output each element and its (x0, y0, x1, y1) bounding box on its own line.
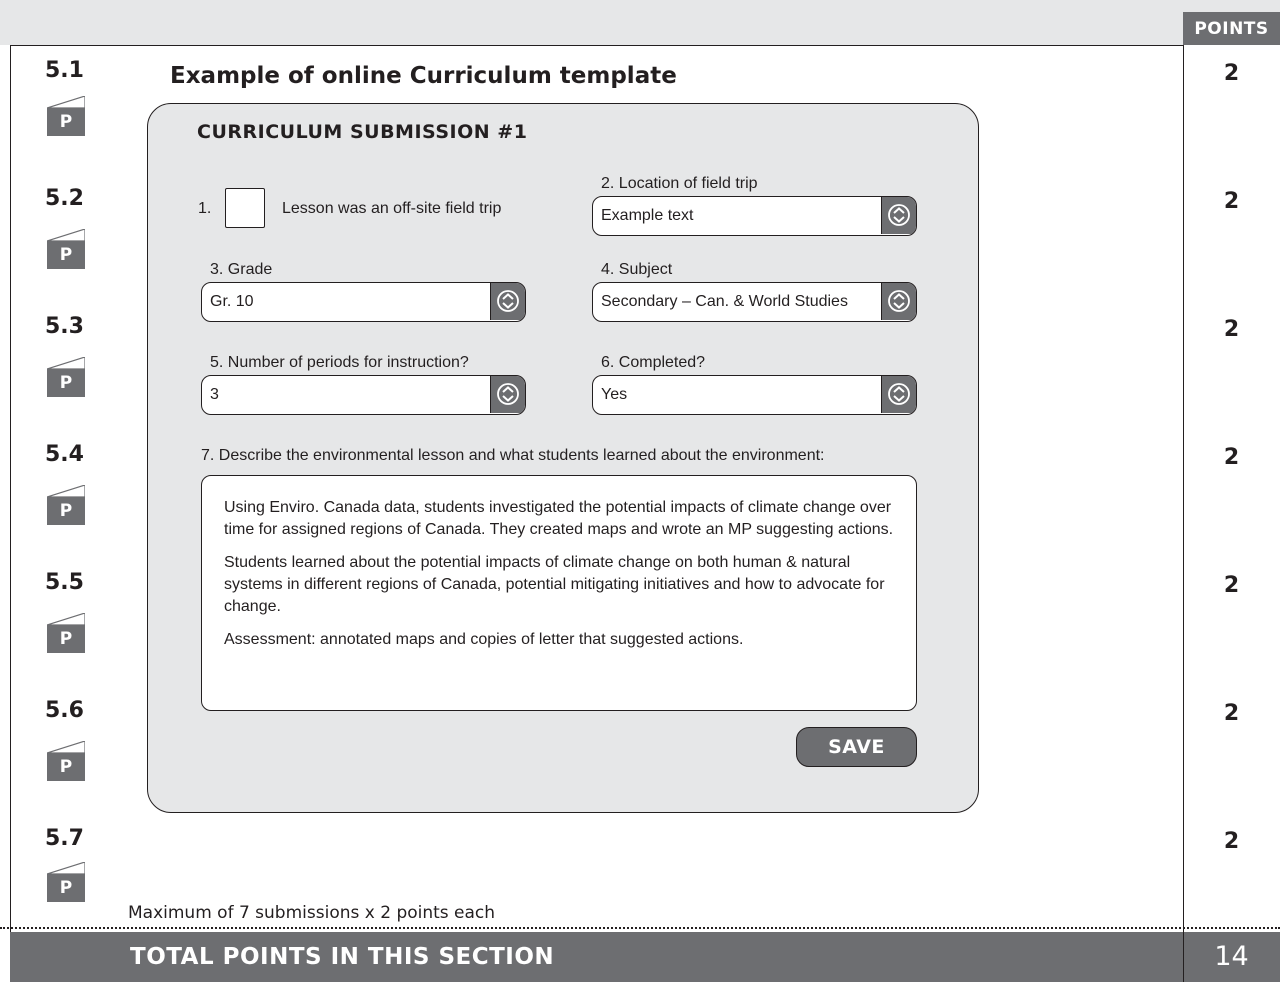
periods-select[interactable]: 3 (201, 375, 526, 415)
chevron-up-down-icon (888, 383, 910, 405)
total-points-value: 14 (1214, 941, 1249, 972)
item-number: 5.3 (45, 314, 84, 339)
subject-select-toggle[interactable] (881, 283, 916, 320)
p-badge-label: P (47, 625, 85, 653)
p-badge-icon: P (47, 741, 85, 781)
item-points: 2 (1223, 573, 1240, 598)
q2-label: 2. Location of field trip (601, 175, 758, 192)
location-select-toggle[interactable] (881, 197, 916, 234)
item-points: 2 (1223, 829, 1240, 854)
item-points: 2 (1223, 61, 1240, 86)
location-select[interactable]: Example text (592, 196, 917, 236)
description-paragraph: Assessment: annotated maps and copies of… (224, 631, 744, 648)
description-paragraph: Using Enviro. Canada data, students inve… (224, 499, 894, 538)
form-title: CURRICULUM SUBMISSION #1 (197, 121, 528, 143)
chevron-up-down-icon (497, 290, 519, 312)
item-number: 5.7 (45, 826, 84, 851)
location-value: Example text (601, 207, 694, 224)
periods-value: 3 (210, 386, 219, 403)
chevron-up-down-icon (888, 204, 910, 226)
p-badge-label: P (47, 753, 85, 781)
item-number: 5.1 (45, 58, 84, 83)
total-points-bar: TOTAL POINTS IN THIS SECTION 14 (10, 932, 1280, 982)
subject-value: Secondary – Can. & World Studies (601, 293, 848, 310)
save-button[interactable]: SAVE (796, 727, 917, 767)
q6-label: 6. Completed? (601, 354, 706, 371)
total-points-label: TOTAL POINTS IN THIS SECTION (130, 944, 555, 970)
q1-number: 1. (198, 200, 212, 217)
top-band (0, 0, 1280, 45)
grade-select[interactable]: Gr. 10 (201, 282, 526, 322)
p-badge-icon: P (47, 96, 85, 136)
grade-value: Gr. 10 (210, 293, 254, 310)
q5-label: 5. Number of periods for instruction? (210, 354, 469, 371)
item-number: 5.5 (45, 570, 84, 595)
top-divider (10, 45, 1184, 46)
example-title: Example of online Curriculum template (170, 63, 677, 89)
chevron-up-down-icon (497, 383, 519, 405)
p-badge-icon: P (47, 229, 85, 269)
completed-value: Yes (601, 386, 628, 403)
p-badge-label: P (47, 108, 85, 136)
points-column-divider (1183, 45, 1184, 932)
chevron-up-down-icon (888, 290, 910, 312)
subject-select[interactable]: Secondary – Can. & World Studies (592, 282, 917, 322)
q7-label: 7. Describe the environmental lesson and… (201, 447, 825, 464)
p-badge-label: P (47, 369, 85, 397)
item-points: 2 (1223, 701, 1240, 726)
p-badge-icon: P (47, 613, 85, 653)
description-paragraph: Students learned about the potential imp… (224, 554, 885, 615)
p-badge-icon: P (47, 485, 85, 525)
item-number: 5.4 (45, 442, 84, 467)
item-points: 2 (1223, 189, 1240, 214)
p-badge-label: P (47, 241, 85, 269)
dotted-divider (0, 927, 1280, 929)
grade-select-toggle[interactable] (490, 283, 525, 320)
field-trip-checkbox[interactable] (225, 188, 265, 228)
item-number: 5.2 (45, 186, 84, 211)
q1-label: Lesson was an off-site field trip (282, 200, 502, 217)
p-badge-icon: P (47, 357, 85, 397)
completed-select-toggle[interactable] (881, 376, 916, 413)
p-badge-label: P (47, 874, 85, 902)
item-points: 2 (1223, 445, 1240, 470)
periods-select-toggle[interactable] (490, 376, 525, 413)
q3-label: 3. Grade (210, 261, 273, 278)
max-submissions-note: Maximum of 7 submissions x 2 points each (128, 903, 496, 923)
item-points: 2 (1223, 317, 1240, 342)
item-number: 5.6 (45, 698, 84, 723)
points-column-header: POINTS (1183, 12, 1280, 45)
lesson-description-textarea[interactable]: Using Enviro. Canada data, students inve… (201, 475, 917, 711)
p-badge-label: P (47, 497, 85, 525)
p-badge-icon: P (47, 862, 85, 902)
completed-select[interactable]: Yes (592, 375, 917, 415)
left-divider (10, 45, 11, 932)
q4-label: 4. Subject (601, 261, 673, 278)
